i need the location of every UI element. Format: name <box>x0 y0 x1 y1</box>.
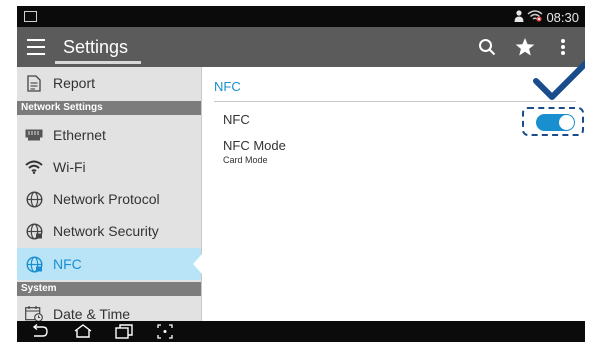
status-bar: 08:30 <box>17 6 585 27</box>
app-bar: Settings <box>17 27 585 67</box>
sidebar-item-label: NFC <box>53 256 82 272</box>
sidebar-item-network-security[interactable]: Network Security <box>17 215 201 247</box>
home-icon[interactable] <box>73 324 93 338</box>
nfc-setting-label: NFC <box>223 112 250 127</box>
settings-sidebar: Report Network Settings Ethernet Wi-Fi N… <box>17 67 202 322</box>
checkmark-icon <box>533 60 585 100</box>
globe-icon <box>25 190 43 208</box>
panel-title: NFC <box>214 79 241 94</box>
nfc-mode-value: Card Mode <box>223 155 268 165</box>
sidebar-item-report[interactable]: Report <box>17 67 201 99</box>
navigation-bar <box>17 321 585 342</box>
user-icon <box>514 9 524 25</box>
app-title: Settings <box>63 37 129 57</box>
sidebar-item-nfc[interactable]: NFC <box>17 248 201 280</box>
report-document-icon <box>25 74 43 92</box>
section-header-network-settings: Network Settings <box>17 101 201 115</box>
content-area: Report Network Settings Ethernet Wi-Fi N… <box>17 60 585 322</box>
sidebar-item-label: Network Protocol <box>53 191 160 207</box>
sidebar-item-ethernet[interactable]: Ethernet <box>17 119 201 151</box>
screenshot-notification-icon <box>24 11 37 22</box>
sidebar-item-label: Wi-Fi <box>53 159 86 175</box>
wifi-icon <box>25 158 43 176</box>
sidebar-item-label: Network Security <box>53 223 159 239</box>
menu-icon[interactable] <box>27 39 45 55</box>
search-icon[interactable] <box>475 35 499 59</box>
screenshot-capture-icon[interactable] <box>157 324 173 339</box>
nfc-mode-setting[interactable]: NFC Mode <box>223 138 286 153</box>
title-underline <box>55 61 141 64</box>
tablet-screen: 08:30 Settings Report Network Settings E… <box>17 6 585 342</box>
back-icon[interactable] <box>31 324 49 338</box>
sidebar-item-label: Ethernet <box>53 127 106 143</box>
ethernet-icon <box>25 126 43 144</box>
sidebar-item-network-protocol[interactable]: Network Protocol <box>17 183 201 215</box>
divider <box>214 101 576 102</box>
nfc-globe-icon <box>25 255 43 273</box>
highlight-box <box>522 107 584 136</box>
nfc-toggle-switch[interactable] <box>536 114 575 131</box>
sidebar-item-wifi[interactable]: Wi-Fi <box>17 151 201 183</box>
section-header-system: System <box>17 282 201 296</box>
favorite-star-icon[interactable] <box>513 35 537 59</box>
wifi-off-icon <box>527 9 543 25</box>
sidebar-item-label: Report <box>53 75 96 91</box>
recent-apps-icon[interactable] <box>115 324 133 339</box>
toggle-knob <box>559 115 574 130</box>
clock: 08:30 <box>546 9 579 25</box>
selection-pointer <box>193 254 202 274</box>
globe-lock-icon <box>25 222 43 240</box>
sidebar-item-label: Date & Time <box>53 306 131 322</box>
more-options-icon[interactable] <box>551 35 575 59</box>
nfc-settings-panel: NFC NFC NFC Mode Card Mode <box>202 60 585 321</box>
